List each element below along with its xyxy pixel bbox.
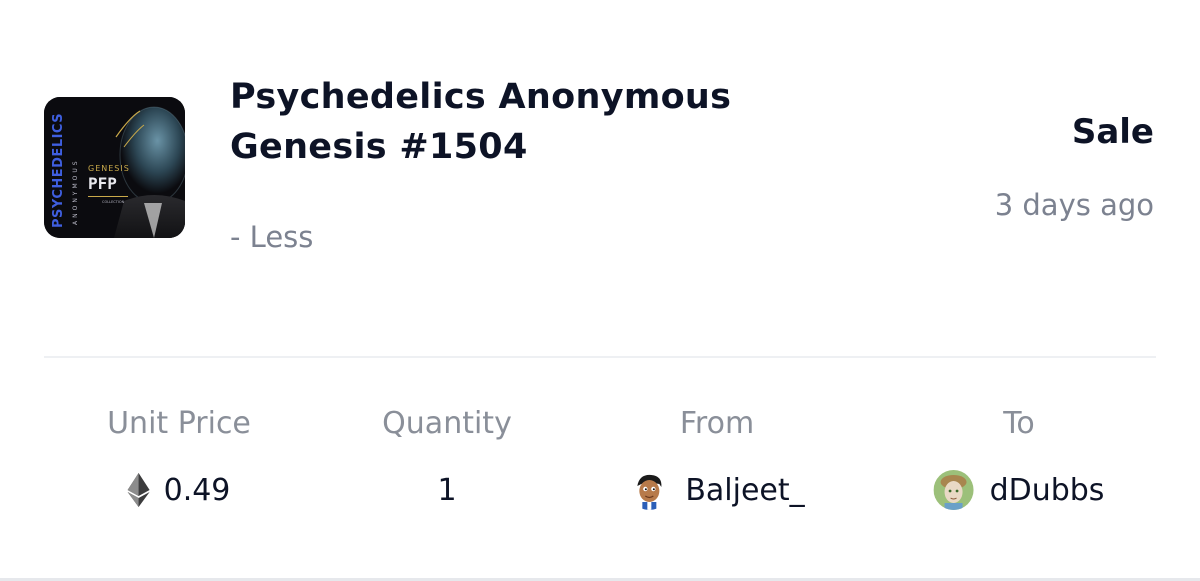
unit-price-amount: 0.49 xyxy=(163,472,231,508)
thumbnail-badge-main: PFP xyxy=(88,174,117,193)
thumbnail-subtitle-text: ANONYMOUS xyxy=(72,158,79,225)
thumbnail-badge-top: GENESIS xyxy=(88,164,130,173)
nft-artwork: PSYCHEDELICS ANONYMOUS GENESIS PFP COLLE… xyxy=(44,97,185,238)
ethereum-icon xyxy=(127,473,150,507)
activity-card: PSYCHEDELICS ANONYMOUS GENESIS PFP COLLE… xyxy=(0,0,1200,581)
event-timestamp[interactable]: 3 days ago xyxy=(995,188,1154,222)
unit-price-value: 0.49 xyxy=(127,468,231,512)
from-user-avatar xyxy=(629,470,670,510)
show-less-toggle[interactable]: - Less xyxy=(230,220,313,254)
divider xyxy=(44,356,1156,358)
to-label: To xyxy=(1003,406,1035,441)
from-user-link[interactable]: Baljeet_ xyxy=(629,468,805,512)
thumbnail-badge-small: COLLECTION xyxy=(102,200,125,204)
to-user-link[interactable]: dDubbs xyxy=(933,468,1105,512)
quantity-value: 1 xyxy=(437,472,457,508)
item-title[interactable]: Psychedelics Anonymous Genesis #1504 xyxy=(230,72,790,172)
item-title-line1: Psychedelics Anonymous xyxy=(230,77,732,117)
to-user-avatar xyxy=(933,470,974,510)
event-type-label: Sale xyxy=(1071,112,1154,152)
thumbnail-title-text: PSYCHEDELICS xyxy=(51,113,66,228)
from-username: Baljeet_ xyxy=(685,472,805,508)
unit-price-label: Unit Price xyxy=(107,406,251,441)
quantity-label: Quantity xyxy=(382,406,512,441)
to-username: dDubbs xyxy=(989,472,1105,508)
from-label: From xyxy=(679,406,755,441)
item-title-line2: Genesis #1504 xyxy=(230,127,528,167)
nft-thumbnail[interactable]: PSYCHEDELICS ANONYMOUS GENESIS PFP COLLE… xyxy=(44,97,185,238)
